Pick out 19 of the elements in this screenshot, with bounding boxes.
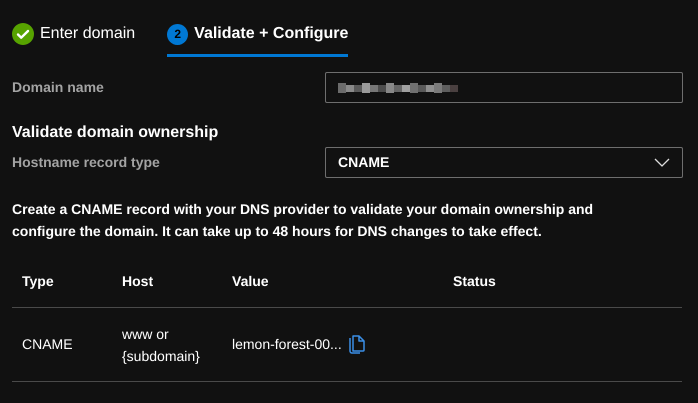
- record-type-dropdown[interactable]: CNAME: [325, 147, 683, 178]
- table-cell-text: lemon-forest-00...: [232, 335, 342, 354]
- step-number: 2: [167, 24, 188, 44]
- column-header: Value: [232, 272, 270, 291]
- domain-input-field[interactable]: [325, 72, 683, 103]
- section-title: Validate domain ownership: [12, 123, 220, 143]
- column-header: Host: [122, 272, 154, 291]
- column-header: Status: [453, 272, 496, 291]
- field-label: Hostname record type: [12, 153, 161, 172]
- chevron-down-icon: [654, 158, 670, 167]
- check-icon: [12, 23, 34, 45]
- table-cell-text: www or {subdomain}: [122, 324, 201, 366]
- step-tab[interactable]: Enter domain: [12, 22, 136, 57]
- instructions-text: Create a CNAME record with your DNS provider to validate your domain ownership and configure the domain. It can take up to 48 hours for DNS changes to take effect.: [12, 200, 594, 241]
- field-label: Domain name: [12, 78, 105, 97]
- table-cell-text: CNAME: [21, 335, 74, 354]
- step-tab[interactable]: 2 Validate + Configure: [167, 22, 348, 57]
- copy-icon[interactable]: [348, 334, 366, 354]
- column-header: Type: [21, 272, 55, 291]
